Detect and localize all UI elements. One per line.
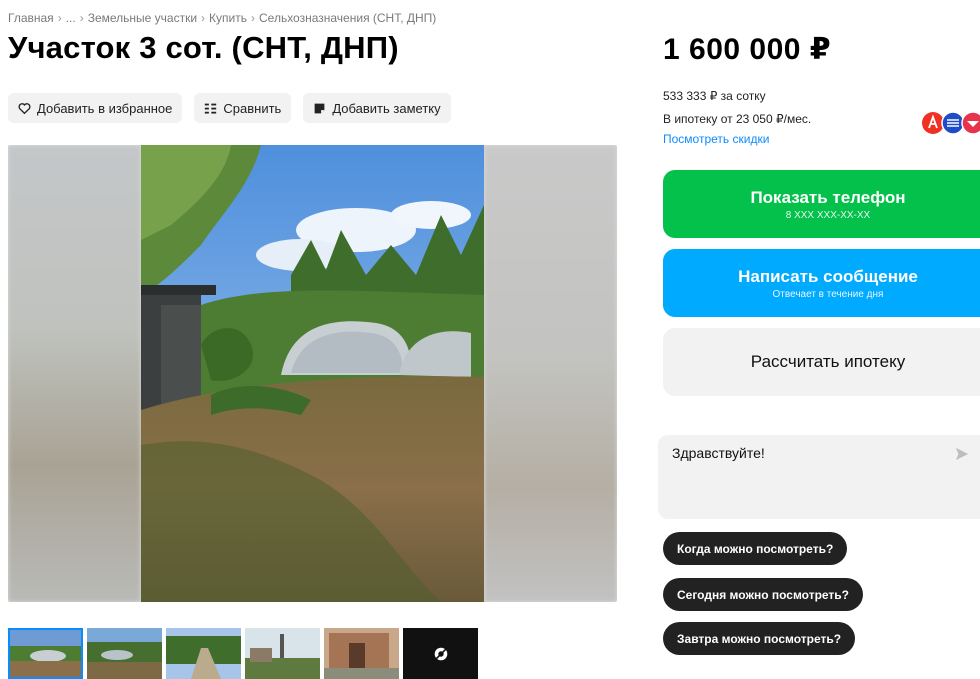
thumbnail[interactable] [324, 628, 399, 679]
gallery-blur-left [8, 145, 141, 602]
add-to-favorites-button[interactable]: Добавить в избранное [8, 93, 183, 123]
page-title: Участок 3 сот. (СНТ, ДНП) [8, 30, 399, 65]
photo-gallery[interactable] [8, 145, 617, 602]
bank-logos [922, 111, 980, 135]
quick-reply-when[interactable]: Когда можно посмотреть? [663, 532, 848, 565]
breadcrumb-ellipsis[interactable]: ... [66, 11, 76, 25]
thumbnail-strip [8, 628, 478, 679]
breadcrumb-land[interactable]: Земельные участки [88, 11, 197, 25]
compare-icon [205, 103, 217, 114]
breadcrumb-buy[interactable]: Купить [209, 11, 247, 25]
quick-reply-today[interactable]: Сегодня можно посмотреть? [663, 578, 864, 611]
calculate-mortgage-label: Рассчитать ипотеку [750, 352, 906, 371]
show-phone-button[interactable]: Показать телефон 8 XXX XXX-XX-XX [663, 170, 980, 238]
quick-reply-tomorrow[interactable]: Завтра можно посмотреть? [663, 622, 856, 655]
compare-button[interactable]: Сравнить [194, 93, 292, 123]
breadcrumb-home[interactable]: Главная [8, 11, 54, 25]
gallery-blur-right [484, 145, 617, 602]
note-icon [314, 103, 325, 113]
response-time: Отвечает в течение дня [772, 288, 884, 300]
discounts-link[interactable]: Посмотреть скидки [663, 132, 769, 146]
message-text: Здравствуйте! [672, 445, 765, 461]
message-input[interactable]: Здравствуйте! [658, 435, 980, 519]
add-note-button[interactable]: Добавить заметку [303, 93, 451, 123]
alfa-bank-icon [922, 112, 944, 134]
thumbnail[interactable] [245, 628, 320, 679]
masked-phone: 8 XXX XXX-XX-XX [785, 209, 871, 221]
bank-icon [961, 111, 980, 135]
calculate-mortgage-button[interactable]: Рассчитать ипотеку [663, 328, 980, 396]
add-note-label: Добавить заметку [332, 100, 441, 116]
camera-off-icon [434, 647, 447, 660]
send-icon[interactable] [955, 447, 969, 461]
breadcrumb-category[interactable]: Сельхозназначения (СНТ, ДНП) [259, 11, 436, 25]
main-photo[interactable] [141, 145, 484, 602]
breadcrumb: Главная ›... › Земельные участки › Купить › Сел… [8, 11, 437, 25]
listing-actions: Добавить в избранное Сравнить Добавить з… [8, 93, 451, 123]
show-phone-label: Показать телефон [750, 187, 906, 207]
write-message-button[interactable]: Написать сообщение Отвечает в течение дн… [663, 249, 980, 317]
mortgage-info: В ипотеку от 23 050 ₽/мес. [663, 112, 812, 126]
thumbnail[interactable] [87, 628, 162, 679]
price-per-sotka: 533 333 ₽ за сотку [663, 89, 766, 103]
compare-label: Сравнить [223, 100, 282, 116]
heart-icon [18, 102, 31, 114]
write-message-label: Написать сообщение [738, 266, 918, 286]
add-to-favorites-label: Добавить в избранное [37, 100, 173, 116]
thumbnail[interactable] [166, 628, 241, 679]
more-photos-button[interactable] [403, 628, 478, 679]
bank-icon [941, 111, 965, 135]
price: 1 600 000 ₽ [663, 33, 832, 66]
thumbnail[interactable] [8, 628, 83, 679]
